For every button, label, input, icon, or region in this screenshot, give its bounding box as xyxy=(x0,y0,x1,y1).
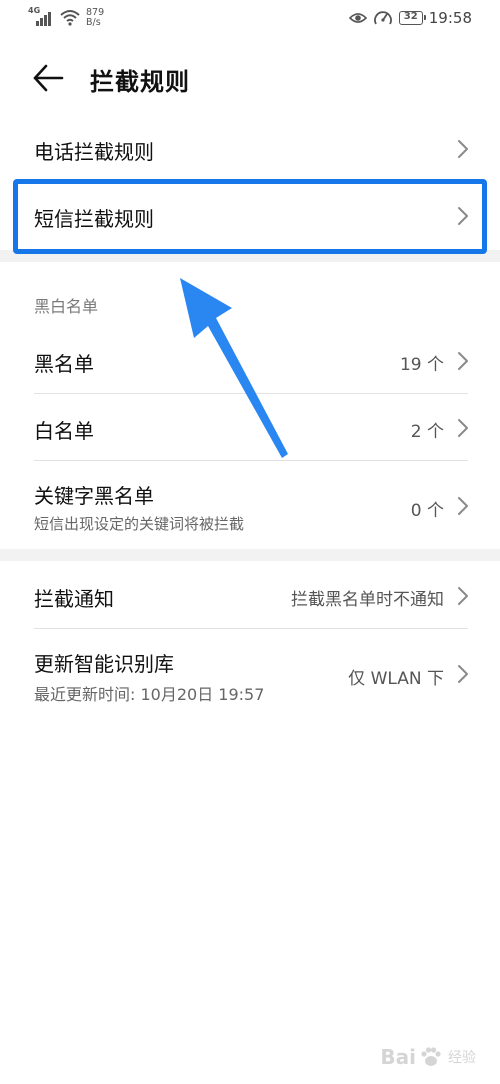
battery-icon: 32 xyxy=(398,11,426,25)
keyword-blacklist-row[interactable]: 关键字黑名单 短信出现设定的关键词将被拦截 0 个 xyxy=(0,462,500,548)
watermark-brand: Bai xyxy=(380,1045,416,1069)
update-library-last-updated: 最近更新时间: 10月20日 19:57 xyxy=(34,685,265,704)
update-library-value: 仅 WLAN 下 xyxy=(348,669,444,689)
chevron-right-icon xyxy=(458,587,468,605)
blacklist-label: 黑名单 xyxy=(34,352,94,376)
app-header: 拦截规则 xyxy=(0,48,500,108)
status-right: 32 19:58 xyxy=(348,9,472,27)
keyword-blacklist-description: 短信出现设定的关键词将被拦截 xyxy=(34,515,245,533)
update-library-row[interactable]: 更新智能识别库 最近更新时间: 10月20日 19:57 仅 WLAN 下 xyxy=(0,630,500,718)
network-speed: 879 B/s xyxy=(86,7,105,28)
whitelist-label: 白名单 xyxy=(34,419,94,443)
eye-icon xyxy=(348,13,367,23)
pointer-arrow-icon xyxy=(180,278,288,458)
update-library-label: 更新智能识别库 xyxy=(34,652,174,676)
back-arrow-icon[interactable] xyxy=(30,60,66,96)
intercept-notification-value: 拦截黑名单时不通知 xyxy=(291,590,444,610)
watermark: Bai 经验 xyxy=(380,1044,476,1070)
page-title: 拦截规则 xyxy=(90,68,190,96)
chevron-right-icon xyxy=(458,419,468,437)
highlight-box xyxy=(13,179,487,254)
chevron-right-icon xyxy=(458,497,468,515)
status-left: 4G 879 B/s xyxy=(28,6,105,28)
wifi-icon xyxy=(60,10,80,26)
call-rules-label: 电话拦截规则 xyxy=(34,140,154,164)
watermark-sub: 经验 xyxy=(448,1050,476,1066)
chevron-right-icon xyxy=(458,665,468,683)
chevron-right-icon xyxy=(458,140,468,158)
blacklist-count: 19 个 xyxy=(399,355,444,375)
whitelist-count: 2 个 xyxy=(410,422,444,442)
status-bar: 4G 879 B/s 32 19:58 xyxy=(0,0,500,40)
battery-level: 32 xyxy=(403,11,418,22)
intercept-notification-label: 拦截通知 xyxy=(34,587,114,611)
keyword-blacklist-count: 0 个 xyxy=(410,501,444,521)
section-separator xyxy=(0,549,500,561)
lists-section-heading: 黑白名单 xyxy=(34,297,99,316)
intercept-notification-row[interactable]: 拦截通知 拦截黑名单时不通知 xyxy=(0,565,500,627)
paw-icon xyxy=(421,1047,441,1066)
call-rules-row[interactable]: 电话拦截规则 xyxy=(0,118,500,180)
cellular-signal-icon: 4G xyxy=(28,6,54,26)
divider xyxy=(34,628,468,629)
chevron-right-icon xyxy=(458,352,468,370)
keyword-blacklist-label: 关键字黑名单 xyxy=(34,484,154,508)
speedometer-icon xyxy=(373,11,392,25)
status-time: 19:58 xyxy=(428,9,472,27)
